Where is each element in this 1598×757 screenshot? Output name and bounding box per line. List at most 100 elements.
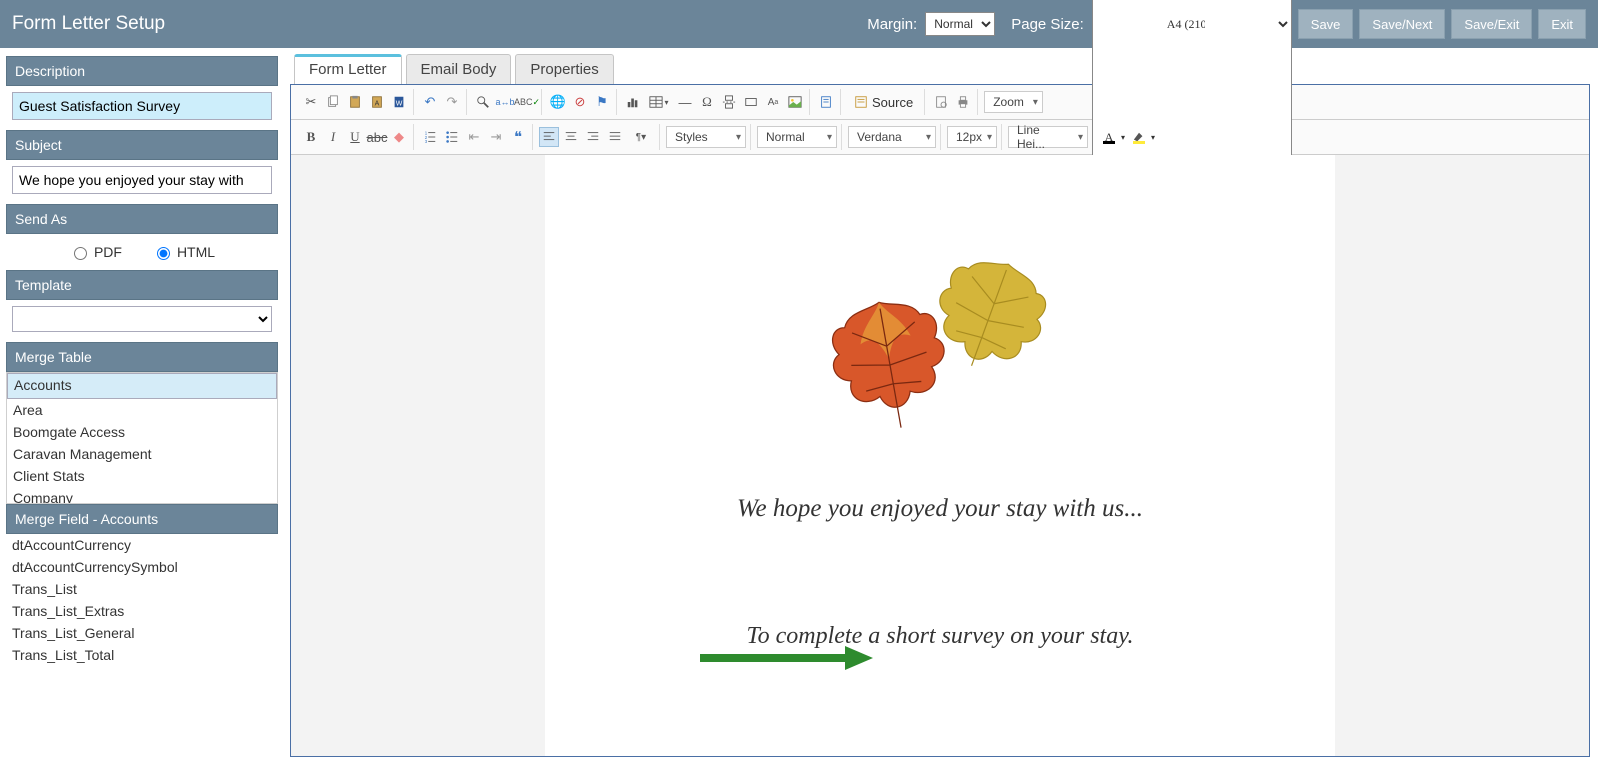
link-icon[interactable]: 🌐 bbox=[548, 92, 568, 112]
align-left-icon[interactable] bbox=[539, 127, 559, 147]
underline-icon[interactable]: U bbox=[345, 127, 365, 147]
margin-select[interactable]: Normal bbox=[925, 12, 995, 36]
annotation-arrow bbox=[695, 643, 875, 673]
spellcheck-icon[interactable]: ABC✓ bbox=[517, 92, 537, 112]
remove-format-icon[interactable]: ◆ bbox=[389, 127, 409, 147]
bg-color-icon[interactable]: ▾ bbox=[1129, 128, 1149, 146]
leaves-image bbox=[825, 255, 1055, 435]
print-icon[interactable] bbox=[953, 92, 973, 112]
font-combo[interactable]: Verdana bbox=[848, 126, 936, 148]
svg-text:3: 3 bbox=[425, 139, 428, 144]
paste-icon[interactable] bbox=[345, 92, 365, 112]
save-next-button[interactable]: Save/Next bbox=[1359, 9, 1445, 39]
numbered-list-icon[interactable]: 123 bbox=[420, 127, 440, 147]
description-header: Description bbox=[6, 56, 278, 86]
editor-toolbar-row2: B I U abc ◆ 123 ⇤ ⇥ ❝ bbox=[291, 120, 1589, 155]
merge-table-header: Merge Table bbox=[6, 342, 278, 372]
tab-form-letter[interactable]: Form Letter bbox=[294, 54, 402, 84]
margin-label: Margin: bbox=[867, 16, 917, 33]
strike-icon[interactable]: abc bbox=[367, 127, 387, 147]
list-item[interactable]: Accounts bbox=[7, 373, 277, 399]
sidebar: Description Subject Send As PDF HTML Tem… bbox=[0, 48, 284, 757]
svg-text:W: W bbox=[396, 101, 403, 108]
list-item[interactable]: Trans_List_Extras bbox=[6, 600, 278, 622]
page-size-label: Page Size: bbox=[1011, 16, 1084, 33]
find-icon[interactable] bbox=[473, 92, 493, 112]
merge-field-header: Merge Field - Accounts bbox=[6, 504, 278, 534]
template-icon[interactable] bbox=[816, 92, 836, 112]
special-char-icon[interactable]: Ω bbox=[697, 92, 717, 112]
merge-field-list[interactable]: dtAccountCurrency dtAccountCurrencySymbo… bbox=[6, 534, 278, 666]
source-button[interactable]: Source bbox=[847, 91, 920, 113]
anchor-icon[interactable]: ⚑ bbox=[592, 92, 612, 112]
text-color-icon[interactable]: A▾ bbox=[1099, 128, 1119, 146]
superscript-icon[interactable]: Aа bbox=[763, 92, 783, 112]
replace-icon[interactable]: a↔b bbox=[495, 92, 515, 112]
tab-properties[interactable]: Properties bbox=[515, 54, 613, 84]
list-item[interactable]: Area bbox=[7, 399, 277, 421]
image-icon[interactable] bbox=[785, 92, 805, 112]
format-combo[interactable]: Normal bbox=[757, 126, 837, 148]
merge-table-list[interactable]: Accounts Area Boomgate Access Caravan Ma… bbox=[6, 372, 278, 504]
list-item[interactable]: Trans_List_General bbox=[6, 622, 278, 644]
page-title: Form Letter Setup bbox=[12, 13, 857, 35]
send-as-html-option[interactable]: HTML bbox=[152, 244, 215, 260]
send-as-header: Send As bbox=[6, 204, 278, 234]
top-header: Form Letter Setup Margin: Normal Page Si… bbox=[0, 0, 1598, 48]
save-exit-button[interactable]: Save/Exit bbox=[1451, 9, 1532, 39]
tab-email-body[interactable]: Email Body bbox=[406, 54, 512, 84]
doc-line-1: We hope you enjoyed your stay with us... bbox=[615, 495, 1265, 523]
align-center-icon[interactable] bbox=[561, 127, 581, 147]
subject-header: Subject bbox=[6, 130, 278, 160]
redo-icon[interactable]: ↷ bbox=[442, 92, 462, 112]
send-as-group: PDF HTML bbox=[6, 234, 278, 270]
send-as-pdf-radio[interactable] bbox=[74, 247, 87, 260]
lineheight-combo[interactable]: Line Hei... bbox=[1008, 126, 1088, 148]
editor-tabs: Form Letter Email Body Properties bbox=[294, 54, 1590, 84]
styles-combo[interactable]: Styles bbox=[666, 126, 746, 148]
list-item[interactable]: dtAccountCurrencySymbol bbox=[6, 556, 278, 578]
list-item[interactable]: Company bbox=[7, 487, 277, 504]
document-page[interactable]: We hope you enjoyed your stay with us...… bbox=[545, 155, 1335, 756]
subject-input[interactable] bbox=[12, 166, 272, 194]
preview-icon[interactable] bbox=[931, 92, 951, 112]
copy-icon[interactable] bbox=[323, 92, 343, 112]
editor-toolbar-row1: ✂ A W ↶ ↷ a↔b ABC✓ 🌐 ⊘ bbox=[291, 85, 1589, 120]
list-item[interactable]: Boomgate Access bbox=[7, 421, 277, 443]
outdent-icon[interactable]: ⇤ bbox=[464, 127, 484, 147]
text-box-icon[interactable] bbox=[741, 92, 761, 112]
blockquote-icon[interactable]: ❝ bbox=[508, 127, 528, 147]
bold-icon[interactable]: B bbox=[301, 127, 321, 147]
description-input[interactable] bbox=[12, 92, 272, 120]
undo-icon[interactable]: ↶ bbox=[420, 92, 440, 112]
italic-icon[interactable]: I bbox=[323, 127, 343, 147]
bullet-list-icon[interactable] bbox=[442, 127, 462, 147]
table-icon[interactable]: ▾ bbox=[645, 92, 673, 112]
send-as-pdf-option[interactable]: PDF bbox=[69, 244, 122, 260]
list-item[interactable]: Client Stats bbox=[7, 465, 277, 487]
svg-text:A: A bbox=[375, 101, 380, 108]
list-item[interactable]: Caravan Management bbox=[7, 443, 277, 465]
paste-word-icon[interactable]: W bbox=[389, 92, 409, 112]
save-button[interactable]: Save bbox=[1298, 9, 1354, 39]
list-item[interactable]: dtAccountCurrency bbox=[6, 534, 278, 556]
size-combo[interactable]: 12px bbox=[947, 126, 997, 148]
exit-button[interactable]: Exit bbox=[1538, 9, 1586, 39]
text-direction-icon[interactable]: ¶▾ bbox=[627, 127, 655, 147]
list-item[interactable]: Trans_List_Total bbox=[6, 644, 278, 666]
indent-icon[interactable]: ⇥ bbox=[486, 127, 506, 147]
template-select[interactable] bbox=[12, 306, 272, 332]
cut-icon[interactable]: ✂ bbox=[301, 92, 321, 112]
align-right-icon[interactable] bbox=[583, 127, 603, 147]
document-canvas[interactable]: We hope you enjoyed your stay with us...… bbox=[291, 155, 1589, 756]
send-as-html-radio[interactable] bbox=[157, 247, 170, 260]
unlink-icon[interactable]: ⊘ bbox=[570, 92, 590, 112]
paste-text-icon[interactable]: A bbox=[367, 92, 387, 112]
hr-icon[interactable]: ― bbox=[675, 92, 695, 112]
zoom-combo[interactable]: Zoom bbox=[984, 91, 1043, 113]
chart-icon[interactable] bbox=[623, 92, 643, 112]
page-break-icon[interactable] bbox=[719, 92, 739, 112]
align-justify-icon[interactable] bbox=[605, 127, 625, 147]
editor-frame: ✂ A W ↶ ↷ a↔b ABC✓ 🌐 ⊘ bbox=[290, 84, 1590, 757]
list-item[interactable]: Trans_List bbox=[6, 578, 278, 600]
